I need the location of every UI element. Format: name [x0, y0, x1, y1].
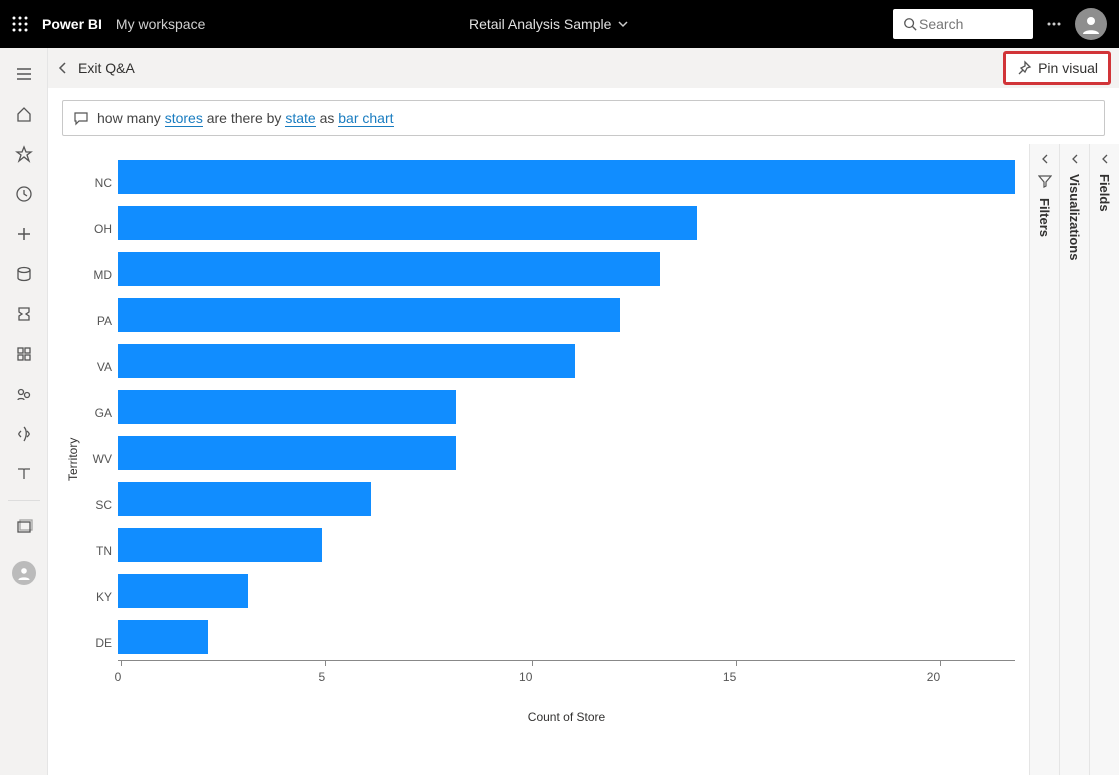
y-tick-label: DE	[84, 620, 118, 666]
bar[interactable]	[118, 482, 371, 516]
y-tick-label: SC	[84, 482, 118, 528]
right-panes: Filters Visualizations Fields	[1029, 144, 1119, 775]
x-tick: 0	[118, 660, 125, 684]
report-title-dropdown[interactable]: Retail Analysis Sample	[219, 16, 879, 32]
filters-pane[interactable]: Filters	[1029, 144, 1059, 775]
filter-icon	[1038, 174, 1052, 188]
search-input-wrapper[interactable]	[893, 9, 1033, 39]
y-axis-label: Territory	[62, 154, 84, 765]
create-icon[interactable]	[0, 214, 48, 254]
home-icon[interactable]	[0, 94, 48, 134]
bar[interactable]	[118, 252, 660, 286]
y-tick-label: VA	[84, 344, 118, 390]
chevron-left-icon	[1040, 154, 1050, 164]
more-icon[interactable]	[1045, 15, 1063, 33]
bar-row	[118, 200, 1015, 246]
learn-icon[interactable]	[0, 454, 48, 494]
pin-visual-label: Pin visual	[1038, 60, 1098, 76]
filters-label: Filters	[1037, 198, 1052, 237]
visualizations-pane[interactable]: Visualizations	[1059, 144, 1089, 775]
y-tick-label: GA	[84, 390, 118, 436]
recent-icon[interactable]	[0, 174, 48, 214]
search-icon	[903, 17, 917, 31]
bar[interactable]	[118, 390, 456, 424]
bar-row	[118, 154, 1015, 200]
app-launcher-icon[interactable]	[12, 16, 28, 32]
bar-row	[118, 430, 1015, 476]
y-tick-label: MD	[84, 252, 118, 298]
qna-text: how many stores are there by state as ba…	[97, 110, 394, 126]
y-tick-label: PA	[84, 298, 118, 344]
x-tick: 20	[933, 660, 946, 684]
deployment-icon[interactable]	[0, 414, 48, 454]
user-avatar[interactable]	[1075, 8, 1107, 40]
chart-bars	[118, 154, 1015, 660]
fields-label: Fields	[1097, 174, 1112, 212]
goals-icon[interactable]	[0, 294, 48, 334]
chevron-down-icon	[617, 18, 629, 30]
fields-pane[interactable]: Fields	[1089, 144, 1119, 775]
x-axis: 0 5 10 15 20	[118, 660, 1015, 706]
x-axis-label: Count of Store	[118, 710, 1015, 724]
my-workspace-icon[interactable]	[0, 553, 48, 593]
bar[interactable]	[118, 344, 575, 378]
workspaces-icon[interactable]	[0, 507, 48, 547]
bar-row	[118, 568, 1015, 614]
y-tick-label: TN	[84, 528, 118, 574]
brand-label: Power BI	[42, 16, 102, 32]
bar-row	[118, 476, 1015, 522]
bar[interactable]	[118, 574, 248, 608]
x-tick: 5	[322, 660, 329, 684]
back-icon[interactable]	[56, 61, 70, 75]
chevron-left-icon	[1070, 154, 1080, 164]
bar-row	[118, 384, 1015, 430]
search-input[interactable]	[917, 15, 1007, 33]
y-tick-label: NC	[84, 160, 118, 206]
bar[interactable]	[118, 620, 208, 654]
x-tick: 15	[730, 660, 743, 684]
bar-row	[118, 522, 1015, 568]
bar[interactable]	[118, 528, 322, 562]
shared-icon[interactable]	[0, 374, 48, 414]
visualizations-label: Visualizations	[1067, 174, 1082, 260]
workspace-label[interactable]: My workspace	[116, 16, 205, 32]
y-tick-label: KY	[84, 574, 118, 620]
datasets-icon[interactable]	[0, 254, 48, 294]
apps-icon[interactable]	[0, 334, 48, 374]
pin-icon	[1016, 60, 1032, 76]
bar-row	[118, 292, 1015, 338]
exit-qna-link[interactable]: Exit Q&A	[78, 60, 135, 76]
qna-input[interactable]: how many stores are there by state as ba…	[62, 100, 1105, 136]
chat-bubble-icon	[73, 110, 89, 126]
y-tick-label: WV	[84, 436, 118, 482]
bar[interactable]	[118, 160, 1015, 194]
bar[interactable]	[118, 206, 697, 240]
bar-row	[118, 338, 1015, 384]
chevron-left-icon	[1100, 154, 1110, 164]
left-rail	[0, 48, 48, 775]
bar[interactable]	[118, 298, 620, 332]
favorites-icon[interactable]	[0, 134, 48, 174]
bar[interactable]	[118, 436, 456, 470]
top-header: Power BI My workspace Retail Analysis Sa…	[0, 0, 1119, 48]
pin-visual-button[interactable]: Pin visual	[1003, 51, 1111, 85]
bar-row	[118, 246, 1015, 292]
y-tick-label: OH	[84, 206, 118, 252]
y-axis-tick-labels: NCOHMDPAVAGAWVSCTNKYDE	[84, 154, 118, 765]
sub-header: Exit Q&A Pin visual	[48, 48, 1119, 88]
chart-area: Territory NCOHMDPAVAGAWVSCTNKYDE 0 5 10 15 2…	[48, 144, 1029, 775]
bar-row	[118, 614, 1015, 660]
report-title: Retail Analysis Sample	[469, 16, 611, 32]
x-tick: 10	[526, 660, 539, 684]
nav-toggle-icon[interactable]	[0, 54, 48, 94]
